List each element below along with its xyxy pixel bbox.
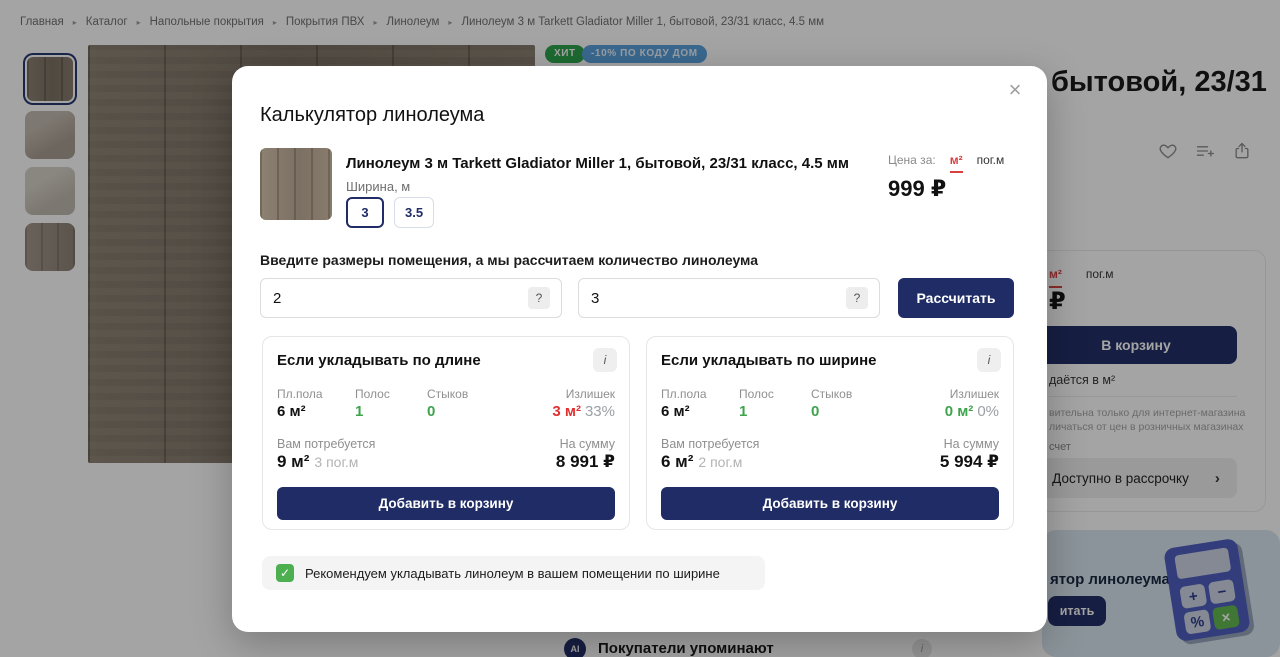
room-length-input[interactable] — [260, 278, 562, 318]
card-title: Если укладывать по ширине — [661, 352, 877, 369]
recommendation-text: Рекомендуем укладывать линолеум в вашем … — [305, 566, 720, 581]
price-per-label: Цена за: — [888, 153, 936, 167]
floor-area-label: Пл.пола — [277, 387, 323, 401]
sum-label: На сумму — [944, 437, 999, 451]
card-title: Если укладывать по длине — [277, 352, 481, 369]
layout-widthwise-card: Если укладывать по ширине i Пл.пола Поло… — [646, 336, 1014, 530]
need-label: Вам потребуется — [661, 437, 759, 451]
info-icon[interactable]: i — [593, 348, 617, 372]
room-width-input[interactable] — [578, 278, 880, 318]
product-page: Главная ▸ Каталог ▸ Напольные покрытия ▸… — [0, 0, 1280, 657]
strips-label: Полос — [739, 387, 774, 401]
strips-value: 1 — [739, 403, 747, 420]
need-label: Вам потребуется — [277, 437, 375, 451]
excess-value: 3 м²33% — [552, 403, 615, 420]
floor-area-label: Пл.пола — [661, 387, 707, 401]
sum-value: 8 991 ₽ — [556, 452, 615, 472]
modal-price-value: 999 ₽ — [888, 176, 946, 202]
calculator-instruction: Введите размеры помещения, а мы рассчита… — [260, 252, 758, 268]
add-to-cart-button[interactable]: Добавить в корзину — [661, 487, 999, 520]
need-value: 9 м²3 пог.м — [277, 452, 358, 472]
excess-label: Излишек — [566, 387, 615, 401]
joints-label: Стыков — [811, 387, 852, 401]
recommendation-banner: ✓ Рекомендуем укладывать линолеум в ваше… — [262, 556, 765, 590]
strips-value: 1 — [355, 403, 363, 420]
strips-label: Полос — [355, 387, 390, 401]
modal-product-thumbnail — [260, 148, 332, 220]
calculate-button[interactable]: Рассчитать — [898, 278, 1014, 318]
linoleum-calculator-modal: × Калькулятор линолеума Линолеум 3 м Tar… — [232, 66, 1047, 632]
need-value: 6 м²2 пог.м — [661, 452, 742, 472]
width-option-3[interactable]: 3 — [346, 197, 384, 228]
add-to-cart-button[interactable]: Добавить в корзину — [277, 487, 615, 520]
modal-tab-linear-meter[interactable]: пог.м — [977, 153, 1005, 167]
layout-lengthwise-card: Если укладывать по длине i Пл.пола Полос… — [262, 336, 630, 530]
width-options: 3 3.5 — [346, 197, 434, 228]
excess-value: 0 м²0% — [945, 403, 999, 420]
close-icon[interactable]: × — [999, 74, 1031, 106]
width-label: Ширина, м — [346, 179, 410, 194]
info-icon[interactable]: i — [977, 348, 1001, 372]
modal-price-tabs: Цена за: м² пог.м — [888, 153, 1004, 173]
floor-area-value: 6 м² — [661, 403, 690, 420]
joints-value: 0 — [427, 403, 435, 420]
joints-label: Стыков — [427, 387, 468, 401]
checkbox-checked-icon[interactable]: ✓ — [276, 564, 294, 582]
sum-value: 5 994 ₽ — [940, 452, 999, 472]
floor-area-value: 6 м² — [277, 403, 306, 420]
modal-title: Калькулятор линолеума — [260, 104, 484, 127]
joints-value: 0 — [811, 403, 819, 420]
excess-label: Излишек — [950, 387, 999, 401]
help-icon[interactable]: ? — [846, 287, 868, 309]
width-option-3-5[interactable]: 3.5 — [394, 197, 434, 228]
modal-product-title: Линолеум 3 м Tarkett Gladiator Miller 1,… — [346, 155, 886, 172]
sum-label: На сумму — [560, 437, 615, 451]
help-icon[interactable]: ? — [528, 287, 550, 309]
modal-tab-square-meter[interactable]: м² — [950, 153, 963, 173]
